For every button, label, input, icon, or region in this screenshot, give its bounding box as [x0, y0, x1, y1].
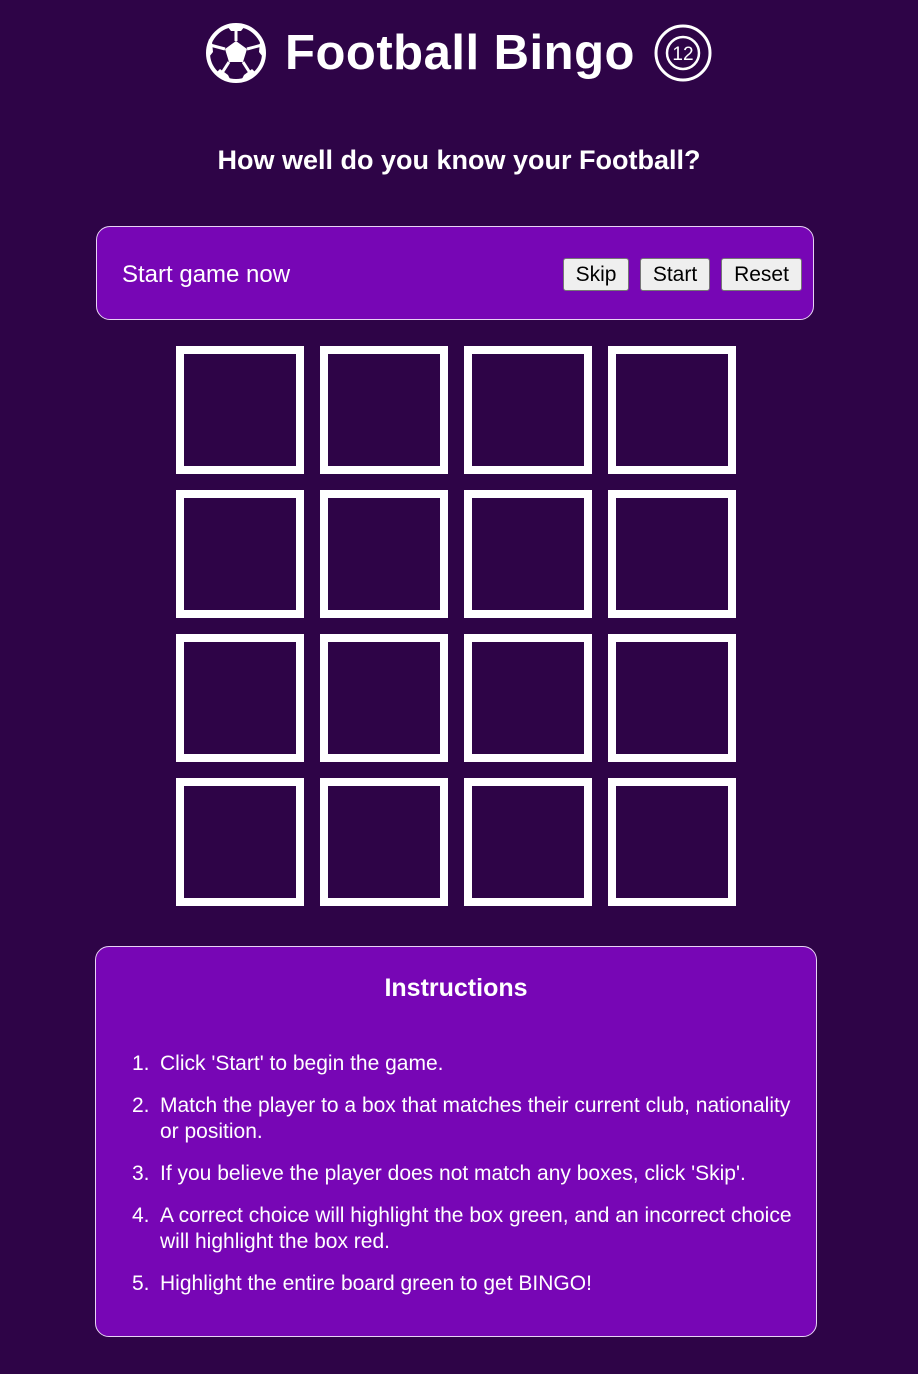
- subtitle: How well do you know your Football?: [217, 145, 701, 175]
- bingo-cell[interactable]: [608, 490, 736, 618]
- page-header: Football Bingo 12: [0, 20, 918, 86]
- instructions-panel: Instructions 1. Click 'Start' to begin t…: [95, 946, 817, 1337]
- step-text: If you believe the player does not match…: [160, 1162, 746, 1185]
- step-text: Click 'Start' to begin the game.: [160, 1052, 444, 1075]
- bingo-cell[interactable]: [176, 490, 304, 618]
- bingo-cell[interactable]: [176, 778, 304, 906]
- skip-button[interactable]: Skip: [563, 258, 629, 291]
- step-text: A correct choice will highlight the box …: [160, 1204, 792, 1253]
- badge-number: 12: [672, 44, 693, 65]
- step-text: Match the player to a box that matches t…: [160, 1094, 791, 1143]
- instructions-title: Instructions: [384, 974, 528, 1002]
- step-text: Highlight the entire board green to get …: [160, 1272, 592, 1295]
- bingo-cell[interactable]: [608, 346, 736, 474]
- bingo-cell[interactable]: [320, 778, 448, 906]
- number-12-badge-icon: 12: [653, 23, 713, 83]
- bingo-cell[interactable]: [464, 490, 592, 618]
- bingo-cell[interactable]: [320, 634, 448, 762]
- instruction-step: 4. A correct choice will highlight the b…: [132, 1203, 800, 1255]
- bingo-cell[interactable]: [464, 346, 592, 474]
- bingo-cell[interactable]: [608, 778, 736, 906]
- bingo-cell[interactable]: [320, 346, 448, 474]
- bingo-cell[interactable]: [176, 346, 304, 474]
- start-button[interactable]: Start: [640, 258, 710, 291]
- instruction-step: 3. If you believe the player does not ma…: [132, 1161, 800, 1187]
- bingo-cell[interactable]: [464, 778, 592, 906]
- reset-button[interactable]: Reset: [721, 258, 802, 291]
- instruction-step: 2. Match the player to a box that matche…: [132, 1093, 800, 1145]
- soccer-ball-icon: [205, 22, 267, 84]
- instructions-list: 1. Click 'Start' to begin the game. 2. M…: [132, 1051, 800, 1313]
- bingo-cell[interactable]: [608, 634, 736, 762]
- bingo-cell[interactable]: [176, 634, 304, 762]
- step-number: 2.: [132, 1094, 150, 1117]
- page-title: Football Bingo: [285, 25, 635, 80]
- step-number: 4.: [132, 1204, 150, 1227]
- step-number: 1.: [132, 1052, 150, 1075]
- game-status-text: Start game now: [122, 261, 291, 288]
- bingo-cell[interactable]: [464, 634, 592, 762]
- instruction-step: 5. Highlight the entire board green to g…: [132, 1271, 800, 1297]
- game-control-panel: Start game now Skip Start Reset: [96, 226, 814, 320]
- step-number: 5.: [132, 1272, 150, 1295]
- instruction-step: 1. Click 'Start' to begin the game.: [132, 1051, 800, 1077]
- bingo-cell[interactable]: [320, 490, 448, 618]
- bingo-board: [176, 346, 736, 906]
- step-number: 3.: [132, 1162, 150, 1185]
